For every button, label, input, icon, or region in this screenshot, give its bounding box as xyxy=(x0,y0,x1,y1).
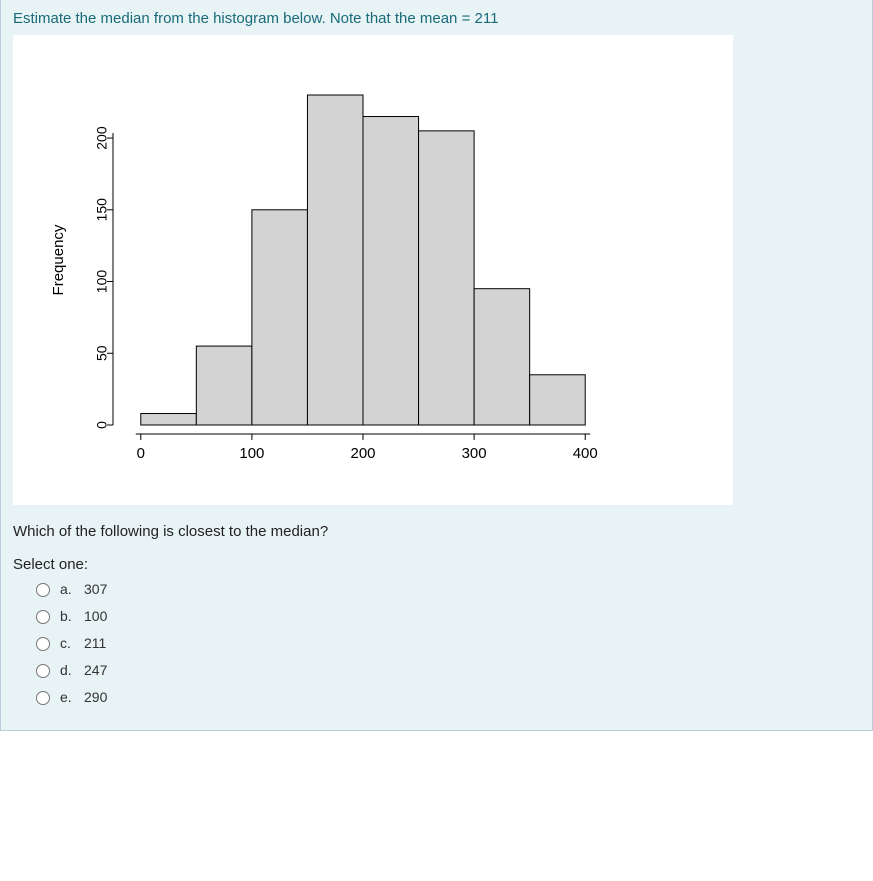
option-c[interactable]: c. 211 xyxy=(31,629,860,656)
option-text: 290 xyxy=(84,689,107,705)
option-e[interactable]: e. 290 xyxy=(31,683,860,710)
radio-c[interactable] xyxy=(36,637,50,651)
radio-a[interactable] xyxy=(36,583,50,597)
sub-question: Which of the following is closest to the… xyxy=(1,505,872,546)
option-letter: d. xyxy=(60,662,84,678)
svg-text:200: 200 xyxy=(350,445,375,462)
svg-text:300: 300 xyxy=(462,445,487,462)
option-text: 211 xyxy=(84,635,106,651)
svg-text:100: 100 xyxy=(239,445,264,462)
option-a[interactable]: a. 307 xyxy=(31,575,860,602)
option-text: 100 xyxy=(84,608,107,624)
radio-d[interactable] xyxy=(36,664,50,678)
option-d[interactable]: d. 247 xyxy=(31,656,860,683)
option-letter: c. xyxy=(60,635,84,651)
histogram-chart: 0 50 100 150 200 Frequency 0 100 200 300 400 xyxy=(33,55,633,485)
svg-text:50: 50 xyxy=(94,345,110,361)
svg-text:400: 400 xyxy=(573,445,598,462)
question-container: Estimate the median from the histogram b… xyxy=(0,0,873,731)
radio-b[interactable] xyxy=(36,610,50,624)
select-one-label: Select one: xyxy=(1,546,872,575)
options-group: a. 307 b. 100 c. 211 d. 247 e. 290 xyxy=(1,575,872,730)
radio-e[interactable] xyxy=(36,691,50,705)
histogram-panel: 0 50 100 150 200 Frequency 0 100 200 300 400 xyxy=(13,35,733,505)
svg-text:100: 100 xyxy=(94,270,110,294)
option-letter: a. xyxy=(60,581,84,597)
option-letter: e. xyxy=(60,689,84,705)
svg-text:0: 0 xyxy=(137,445,145,462)
svg-text:Frequency: Frequency xyxy=(50,224,67,295)
svg-text:150: 150 xyxy=(94,198,110,222)
svg-text:200: 200 xyxy=(94,126,110,150)
option-text: 247 xyxy=(84,662,107,678)
question-prompt: Estimate the median from the histogram b… xyxy=(1,0,872,35)
option-b[interactable]: b. 100 xyxy=(31,602,860,629)
option-letter: b. xyxy=(60,608,84,624)
option-text: 307 xyxy=(84,581,107,597)
svg-text:0: 0 xyxy=(94,421,110,429)
